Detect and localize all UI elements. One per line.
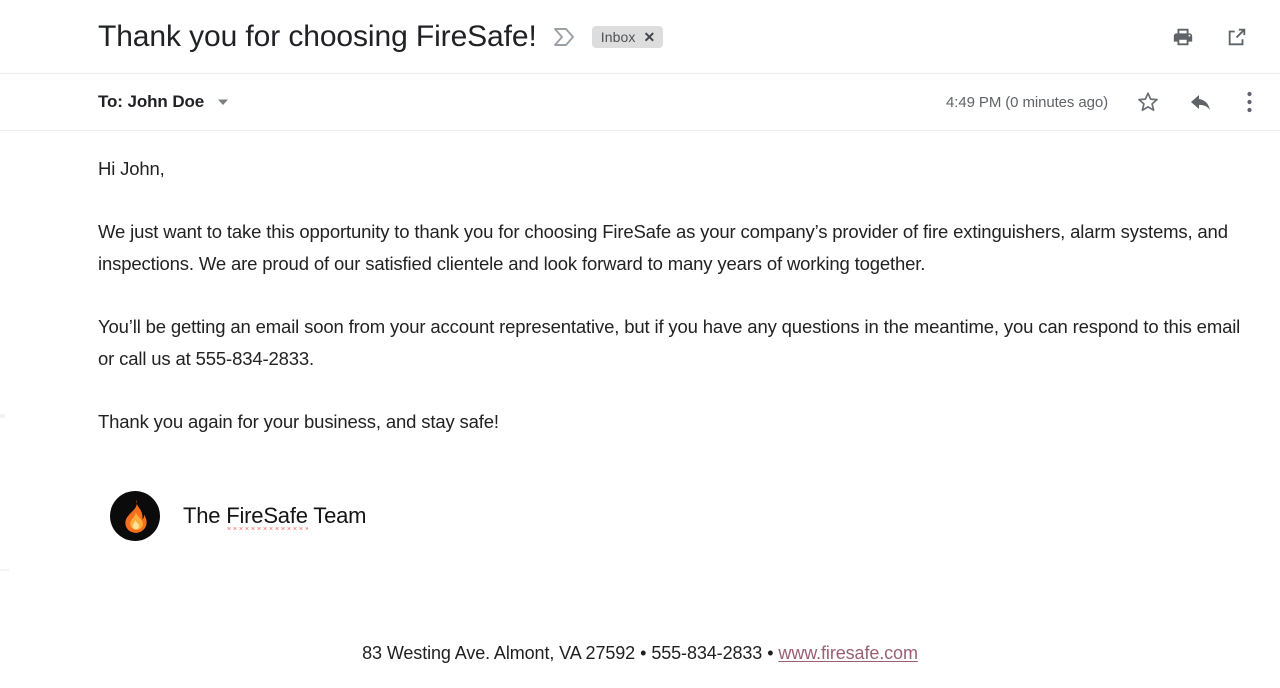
- signature-brand-name: FireSafe: [226, 503, 308, 531]
- email-footer: 83 Westing Ave. Almont, VA 27592 • 555-834…: [0, 643, 1280, 664]
- edge-artifact: [0, 569, 9, 571]
- body-closing: Thank you again for your business, and s…: [98, 411, 499, 432]
- footer-website-link[interactable]: www.firesafe.com: [778, 643, 918, 663]
- inbox-label-chip[interactable]: Inbox ✕: [591, 25, 664, 48]
- star-icon[interactable]: [1135, 89, 1161, 115]
- footer-address: 83 Westing Ave. Almont, VA 27592: [362, 643, 636, 663]
- close-icon[interactable]: ✕: [643, 30, 655, 44]
- email-timestamp: 4:49 PM (0 minutes ago): [946, 93, 1108, 111]
- more-options-icon[interactable]: [1240, 89, 1258, 115]
- reply-icon[interactable]: [1188, 89, 1214, 115]
- chevron-down-icon[interactable]: [216, 95, 230, 109]
- signature-name-prefix: The: [183, 503, 227, 528]
- email-body: Hi John, We just want to take this oppor…: [0, 131, 1280, 541]
- email-subject-header: Thank you for choosing FireSafe! Inbox ✕: [0, 0, 1280, 74]
- email-recipient-header: To: John Doe 4:49 PM (0 minutes ago): [0, 74, 1280, 131]
- edge-artifact: [0, 414, 5, 418]
- recipient-line: To: John Doe: [98, 92, 205, 111]
- important-marker-icon[interactable]: [553, 27, 575, 47]
- footer-separator-2: •: [767, 643, 774, 663]
- body-paragraph-2: You’ll be getting an email soon from you…: [98, 316, 1241, 369]
- email-signature: The FireSafe Team: [98, 491, 1250, 541]
- footer-phone: 555-834-2833: [651, 643, 763, 663]
- recipient-actions: 4:49 PM (0 minutes ago): [946, 89, 1258, 115]
- signature-name: The FireSafe Team: [183, 503, 366, 529]
- inbox-label-text: Inbox: [600, 28, 636, 45]
- page-title: Thank you for choosing FireSafe!: [98, 20, 537, 53]
- flame-logo-icon: [110, 491, 160, 541]
- print-icon[interactable]: [1170, 24, 1196, 50]
- subject-actions: [1170, 24, 1258, 50]
- footer-separator-1: •: [640, 643, 647, 663]
- body-greeting: Hi John,: [98, 158, 165, 179]
- signature-name-suffix: Team: [307, 503, 367, 528]
- body-paragraph-1: We just want to take this opportunity to…: [98, 221, 1228, 274]
- open-in-new-window-icon[interactable]: [1224, 24, 1250, 50]
